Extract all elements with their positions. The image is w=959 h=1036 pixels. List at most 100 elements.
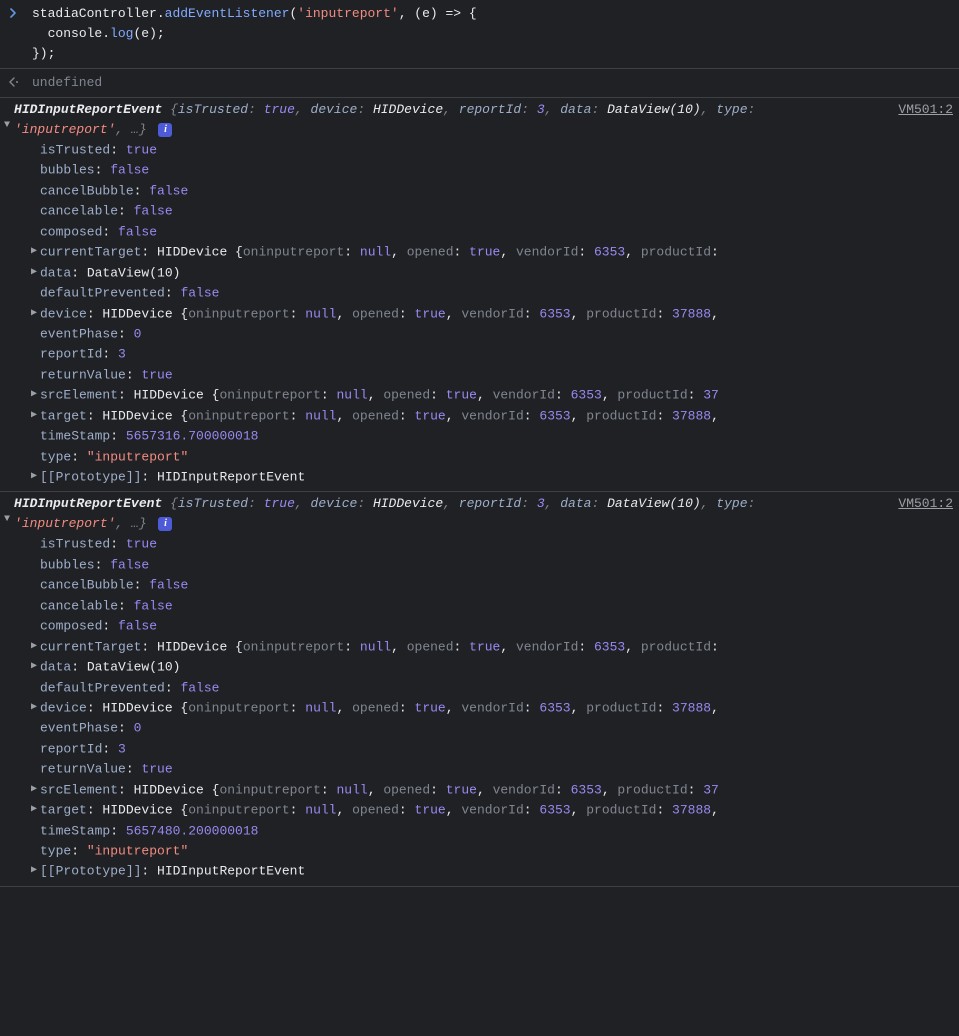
property-value: HIDDevice {oninputreport: null, opened: … [102, 306, 718, 321]
spacer [30, 201, 40, 221]
source-link[interactable]: VM501:2 [898, 100, 959, 120]
property-row[interactable]: ▶device: HIDDevice {oninputreport: null,… [30, 698, 959, 718]
spacer [30, 555, 40, 575]
spacer [30, 718, 40, 738]
property-key: eventPhase [40, 721, 118, 736]
expand-arrow-icon[interactable]: ▶ [30, 406, 40, 426]
property-key: currentTarget [40, 245, 141, 260]
input-code: stadiaController.addEventListener('input… [26, 4, 955, 64]
property-value: 3 [118, 741, 126, 756]
property-row: timeStamp: 5657316.700000018 [30, 426, 959, 446]
property-value: true [141, 762, 172, 777]
spacer [30, 283, 40, 303]
spacer [30, 324, 40, 344]
property-value: 5657480.200000018 [126, 823, 259, 838]
expand-arrow-icon[interactable]: ▶ [30, 467, 40, 487]
property-key: isTrusted [40, 537, 110, 552]
property-row[interactable]: ▶target: HIDDevice {oninputreport: null,… [30, 406, 959, 426]
code-method: addEventListener [165, 6, 290, 21]
property-key: srcElement [40, 388, 118, 403]
expand-arrow-icon[interactable]: ▶ [30, 637, 40, 657]
property-row[interactable]: ▶data: DataView(10) [30, 657, 959, 677]
spacer [30, 181, 40, 201]
property-key: type [40, 843, 71, 858]
property-row[interactable]: ▶currentTarget: HIDDevice {oninputreport… [30, 242, 959, 262]
property-key: cancelable [40, 598, 118, 613]
result-icon [0, 73, 26, 91]
code-arg-sig: , (e) => { [399, 6, 477, 21]
property-value: "inputreport" [87, 843, 188, 858]
expand-arrow-icon[interactable]: ▶ [30, 861, 40, 881]
property-list: isTrusted: true bubbles: false cancelBub… [30, 534, 959, 881]
property-row: defaultPrevented: false [30, 678, 959, 698]
spacer [30, 841, 40, 861]
expand-arrow-icon[interactable]: ▼ [0, 100, 12, 136]
expand-arrow-icon[interactable]: ▶ [30, 657, 40, 677]
property-value: HIDDevice {oninputreport: null, opened: … [157, 245, 719, 260]
info-icon[interactable]: i [158, 517, 172, 531]
expand-arrow-icon[interactable]: ▶ [30, 800, 40, 820]
property-row: composed: false [30, 222, 959, 242]
expand-arrow-icon[interactable]: ▶ [30, 304, 40, 324]
spacer [30, 365, 40, 385]
property-row: composed: false [30, 616, 959, 636]
property-row: isTrusted: true [30, 534, 959, 554]
expand-arrow-icon[interactable]: ▼ [0, 494, 12, 530]
property-row: type: "inputreport" [30, 447, 959, 467]
property-row[interactable]: ▶[[Prototype]]: HIDInputReportEvent [30, 467, 959, 487]
expand-arrow-icon[interactable]: ▶ [30, 780, 40, 800]
expand-arrow-icon[interactable]: ▶ [30, 385, 40, 405]
property-row[interactable]: ▶device: HIDDevice {oninputreport: null,… [30, 304, 959, 324]
property-row[interactable]: ▶[[Prototype]]: HIDInputReportEvent [30, 861, 959, 881]
spacer [30, 739, 40, 759]
property-value: false [110, 557, 149, 572]
spacer [30, 140, 40, 160]
property-value: "inputreport" [87, 449, 188, 464]
property-value: HIDDevice {oninputreport: null, opened: … [157, 639, 719, 654]
property-row: eventPhase: 0 [30, 718, 959, 738]
spacer [30, 534, 40, 554]
property-value: HIDDevice {oninputreport: null, opened: … [134, 782, 719, 797]
property-value: HIDDevice {oninputreport: null, opened: … [102, 803, 718, 818]
property-key: returnValue [40, 762, 126, 777]
source-link[interactable]: VM501:2 [898, 494, 959, 514]
info-icon[interactable]: i [158, 123, 172, 137]
spacer [30, 222, 40, 242]
property-value: true [126, 537, 157, 552]
property-row: defaultPrevented: false [30, 283, 959, 303]
property-row: bubbles: false [30, 555, 959, 575]
property-row[interactable]: ▶srcElement: HIDDevice {oninputreport: n… [30, 385, 959, 405]
property-value: false [110, 163, 149, 178]
property-key: [[Prototype]] [40, 469, 141, 484]
property-row: type: "inputreport" [30, 841, 959, 861]
expand-arrow-icon[interactable]: ▶ [30, 242, 40, 262]
spacer [30, 447, 40, 467]
property-key: device [40, 306, 87, 321]
property-row: bubbles: false [30, 160, 959, 180]
property-key: defaultPrevented [40, 286, 165, 301]
expand-arrow-icon[interactable]: ▶ [30, 263, 40, 283]
property-row[interactable]: ▶target: HIDDevice {oninputreport: null,… [30, 800, 959, 820]
expand-arrow-icon[interactable]: ▶ [30, 698, 40, 718]
undefined-value: undefined [32, 75, 102, 90]
property-value: DataView(10) [87, 660, 181, 675]
property-value: false [134, 598, 173, 613]
property-key: timeStamp [40, 823, 110, 838]
property-key: [[Prototype]] [40, 864, 141, 879]
property-value: HIDDevice {oninputreport: null, opened: … [102, 408, 718, 423]
spacer [30, 616, 40, 636]
console-input-row[interactable]: stadiaController.addEventListener('input… [0, 0, 959, 69]
property-row: returnValue: true [30, 759, 959, 779]
property-key: target [40, 803, 87, 818]
property-row[interactable]: ▶currentTarget: HIDDevice {oninputreport… [30, 637, 959, 657]
property-row: isTrusted: true [30, 140, 959, 160]
console-result-row: undefined [0, 69, 959, 98]
event-summary[interactable]: HIDInputReportEvent {isTrusted: true, de… [12, 100, 898, 140]
event-summary[interactable]: HIDInputReportEvent {isTrusted: true, de… [12, 494, 898, 534]
property-row[interactable]: ▶data: DataView(10) [30, 263, 959, 283]
code-event-name: 'inputreport' [297, 6, 398, 21]
property-value: false [180, 680, 219, 695]
property-key: data [40, 265, 71, 280]
property-key: data [40, 660, 71, 675]
property-row[interactable]: ▶srcElement: HIDDevice {oninputreport: n… [30, 780, 959, 800]
